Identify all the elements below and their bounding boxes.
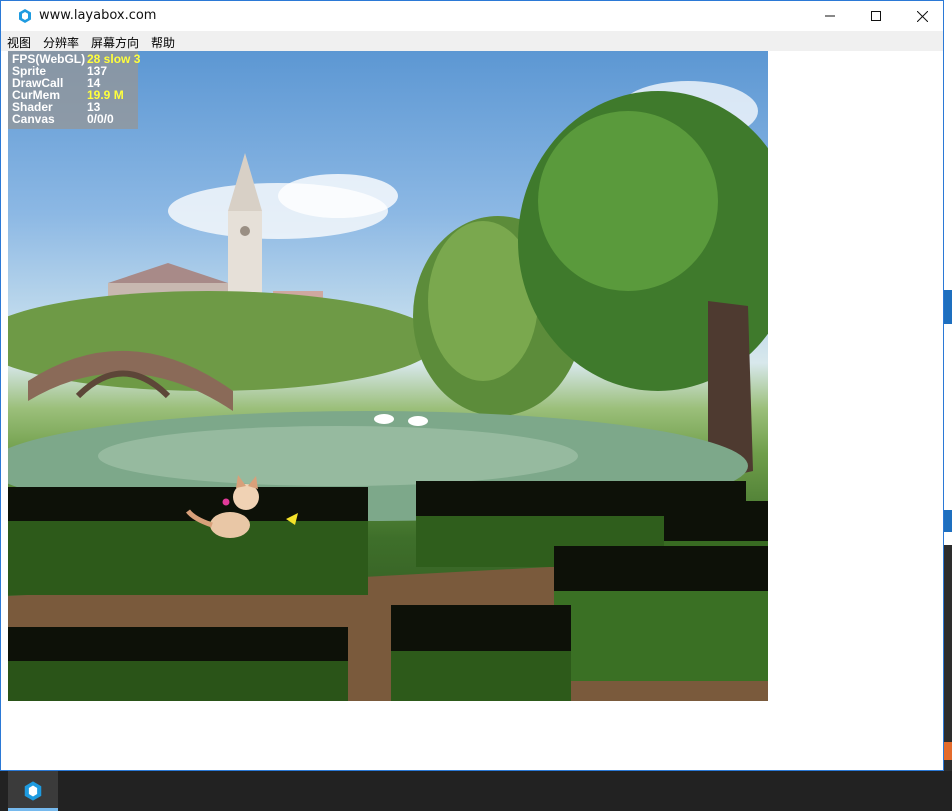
grass-platform-blades	[554, 591, 768, 681]
swan	[408, 416, 428, 426]
menu-view[interactable]: 视图	[7, 34, 31, 51]
stat-label: Canvas	[12, 112, 55, 126]
menu-orientation[interactable]: 屏幕方向	[91, 34, 139, 51]
window-title: www.layabox.com	[39, 8, 157, 23]
minimize-button[interactable]	[807, 1, 853, 31]
maximize-button[interactable]	[853, 1, 899, 31]
building-roof	[108, 263, 228, 283]
menu-help[interactable]: 帮助	[151, 34, 175, 51]
game-canvas[interactable]: FPS(WebGL) 28 slow 3 Sprite 137 DrawCall…	[8, 51, 768, 701]
background-window-edge	[944, 545, 952, 771]
taskbar-app-button[interactable]	[8, 771, 58, 811]
minimize-icon	[825, 15, 835, 17]
stat-value: 0/0/0	[87, 112, 114, 126]
background-window-edge	[944, 742, 952, 760]
menu-resolution[interactable]: 分辨率	[43, 34, 79, 51]
taskbar	[0, 771, 952, 811]
background-window-edge	[944, 290, 952, 324]
cat-body	[210, 512, 250, 538]
laya-hex-icon	[19, 9, 31, 23]
stats-panel: FPS(WebGL) 28 slow 3 Sprite 137 DrawCall…	[8, 51, 140, 129]
maximize-icon	[871, 11, 881, 21]
close-icon	[916, 10, 928, 22]
tower-spire	[228, 153, 262, 211]
laya-hex-icon	[24, 781, 42, 801]
background-window-edge	[944, 510, 952, 532]
swan	[374, 414, 394, 424]
tower-clock	[240, 226, 250, 236]
cat-bow	[222, 498, 230, 506]
oak-canopy	[538, 111, 718, 291]
close-button[interactable]	[899, 1, 945, 31]
title-bar[interactable]: www.layabox.com	[1, 1, 943, 31]
pond-reflection	[98, 426, 578, 486]
cloud	[278, 174, 398, 218]
grass-platform-blades	[8, 661, 348, 701]
game-scene	[8, 81, 768, 701]
grass-platform-blades	[8, 521, 368, 595]
menu-bar: 视图 分辨率 屏幕方向 帮助	[1, 31, 943, 51]
grass-platform-blades	[391, 651, 571, 701]
